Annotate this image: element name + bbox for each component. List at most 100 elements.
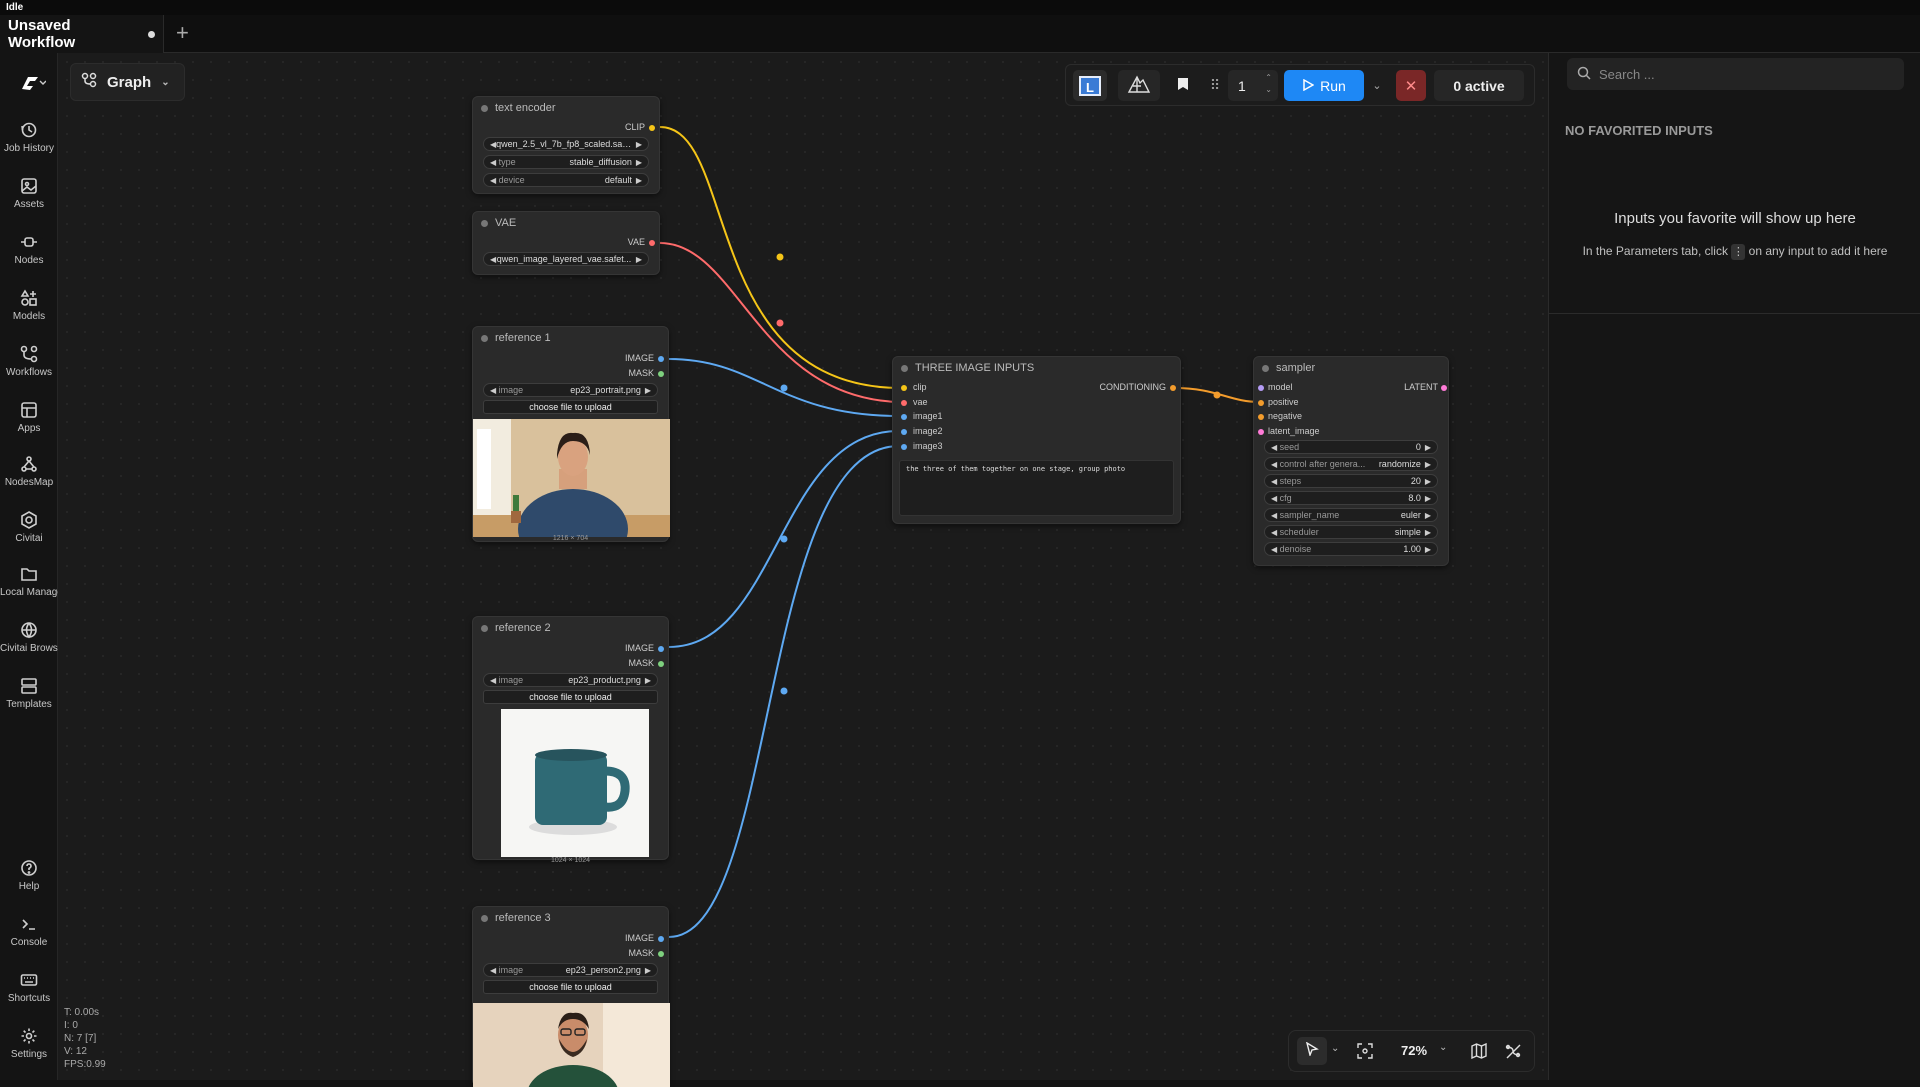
sidebar-item-workflows[interactable]: Workflows <box>0 345 58 378</box>
empty-state-title: Inputs you favorite will show up here <box>1614 210 1856 227</box>
run-options-chevron-icon[interactable]: ⌄ <box>1368 70 1386 101</box>
link-image2-midpoint <box>780 535 788 543</box>
bookmark-button[interactable] <box>1168 70 1198 101</box>
node-title: text encoder <box>473 97 659 119</box>
output-clip[interactable]: CLIP <box>625 122 655 132</box>
output-conditioning[interactable]: CONDITIONING <box>1100 382 1176 392</box>
sidebar-item-job-history[interactable]: Job History <box>0 121 58 154</box>
widget-vae-name[interactable]: ◀ qwen_image_layered_vae.safet... ▶ <box>483 252 649 266</box>
play-icon <box>1302 78 1315 94</box>
widget-image[interactable]: ◀ image ep23_person2.png ▶ <box>483 963 658 977</box>
drag-handle-icon[interactable]: ⠿ <box>1206 70 1224 101</box>
output-image[interactable]: IMAGE <box>625 643 664 653</box>
input-vae[interactable]: vae <box>901 397 928 407</box>
output-vae[interactable]: VAE <box>628 237 655 247</box>
widget-control-after-generate[interactable]: ◀ control after genera... randomize ▶ <box>1264 457 1438 471</box>
person-image <box>473 1003 670 1087</box>
node-reference-2[interactable]: reference 2 IMAGE MASK ◀ image ep23_produ… <box>472 616 669 864</box>
input-image2[interactable]: image2 <box>901 426 943 436</box>
active-jobs-button[interactable]: 0 active <box>1434 70 1524 101</box>
node-title: VAE <box>473 212 659 234</box>
output-latent[interactable]: LATENT <box>1404 382 1447 392</box>
link-clip-midpoint <box>776 253 784 261</box>
input-positive[interactable]: positive <box>1258 397 1299 407</box>
widget-device[interactable]: ◀ device default ▶ <box>483 173 649 187</box>
input-model[interactable]: model <box>1258 382 1293 392</box>
minimap-icon[interactable] <box>1471 1042 1487 1064</box>
node-reference-3[interactable]: reference 3 IMAGE MASK ◀ image ep23_perso… <box>472 906 670 1087</box>
cancel-button[interactable]: ✕ <box>1396 70 1426 101</box>
tab-unsaved-workflow[interactable]: Unsaved Workflow <box>0 15 164 53</box>
sidebar-item-local-manager[interactable]: Local Manager <box>0 565 58 598</box>
input-negative[interactable]: negative <box>1258 411 1302 421</box>
node-title: reference 3 <box>473 907 668 929</box>
node-text-encoder[interactable]: text encoder CLIP ◀ qwen_2.5_vl_7b_fp8_sc… <box>472 96 660 194</box>
output-image[interactable]: IMAGE <box>625 353 664 363</box>
node-vae[interactable]: VAE VAE ◀ qwen_image_layered_vae.safet...… <box>472 211 660 275</box>
fit-view-icon[interactable] <box>1357 1043 1373 1064</box>
upload-button[interactable]: choose file to upload <box>483 980 658 994</box>
graph-menu-button[interactable]: Graph ⌄ <box>70 63 185 101</box>
run-button[interactable]: Run <box>1284 70 1364 101</box>
widget-cfg[interactable]: ◀ cfg 8.0 ▶ <box>1264 491 1438 505</box>
widget-sampler-name[interactable]: ◀ sampler_name euler ▶ <box>1264 508 1438 522</box>
sidebar-item-apps[interactable]: Apps <box>0 401 58 434</box>
zoom-level[interactable]: 72% <box>1401 1043 1427 1058</box>
upload-button[interactable]: choose file to upload <box>483 400 658 414</box>
output-image[interactable]: IMAGE <box>625 933 664 943</box>
output-mask[interactable]: MASK <box>628 658 664 668</box>
sidebar-item-console[interactable]: Console <box>0 915 58 948</box>
graph-canvas[interactable]: text encoder CLIP ◀ qwen_2.5_vl_7b_fp8_sc… <box>58 53 1548 1087</box>
hide-links-icon[interactable] <box>1505 1043 1521 1064</box>
queue-count-stepper[interactable]: 1 ⌃ ⌄ <box>1228 70 1278 101</box>
sidebar-item-templates[interactable]: Templates <box>0 677 58 710</box>
input-image3[interactable]: image3 <box>901 441 943 451</box>
sidebar-item-nodes[interactable]: Nodes <box>0 233 58 266</box>
stepper-arrows-icon[interactable]: ⌃ ⌄ <box>1265 72 1272 96</box>
history-icon <box>20 121 38 139</box>
node-sampler[interactable]: sampler model positive negative latent_i… <box>1253 356 1449 566</box>
widget-image[interactable]: ◀ image ep23_portrait.png ▶ <box>483 383 658 397</box>
plus-icon[interactable]: + <box>176 22 189 44</box>
input-latent-image[interactable]: latent_image <box>1258 426 1320 436</box>
layout-button[interactable]: L <box>1073 70 1107 101</box>
run-toolbar: L ⠿ 1 ⌃ ⌄ Run ⌄ ✕ 0 active <box>1065 64 1535 106</box>
input-image1[interactable]: image1 <box>901 411 943 421</box>
graph-icon <box>81 72 97 92</box>
left-sidebar: Job History Assets Nodes Models Workflow… <box>0 53 58 1080</box>
widget-scheduler[interactable]: ◀ scheduler simple ▶ <box>1264 525 1438 539</box>
widget-type[interactable]: ◀ type stable_diffusion ▶ <box>483 155 649 169</box>
node-three-image-inputs[interactable]: THREE IMAGE INPUTS clip vae image1 image… <box>892 356 1181 524</box>
sidebar-item-nodesmap[interactable]: NodesMap <box>0 455 58 488</box>
sidebar-item-assets[interactable]: Assets <box>0 177 58 210</box>
widget-image[interactable]: ◀ image ep23_product.png ▶ <box>483 673 658 687</box>
output-mask[interactable]: MASK <box>628 368 664 378</box>
render-stats: T: 0.00s I: 0 N: 7 [7] V: 12 FPS:0.99 <box>64 1006 106 1071</box>
node-reference-1[interactable]: reference 1 IMAGE MASK ◀ image ep23_portr… <box>472 326 670 542</box>
widget-denoise[interactable]: ◀ denoise 1.00 ▶ <box>1264 542 1438 556</box>
sidebar-item-models[interactable]: Models <box>0 289 58 322</box>
widget-steps[interactable]: ◀ steps 20 ▶ <box>1264 474 1438 488</box>
sidebar-item-civitai-browser[interactable]: Civitai Browser <box>0 621 58 654</box>
nodes-icon <box>20 233 38 251</box>
app-logo-icon[interactable] <box>18 73 47 99</box>
tool-chevron-icon[interactable]: ⌄ <box>1331 1043 1339 1054</box>
sidebar-item-settings[interactable]: Settings <box>0 1027 58 1060</box>
input-clip[interactable]: clip <box>901 382 927 392</box>
sidebar-item-shortcuts[interactable]: Shortcuts <box>0 971 58 1004</box>
zoom-chevron-icon[interactable]: ⌄ <box>1439 1042 1447 1053</box>
tab-bar: Unsaved Workflow + <box>0 15 1920 53</box>
divider <box>1549 313 1920 314</box>
widget-seed[interactable]: ◀ seed 0 ▶ <box>1264 440 1438 454</box>
mountain-button[interactable] <box>1118 70 1160 101</box>
widget-clip-name[interactable]: ◀ qwen_2.5_vl_7b_fp8_scaled.saf... ▶ <box>483 137 649 151</box>
prompt-textarea[interactable]: the three of them together on one stage,… <box>899 460 1174 516</box>
output-mask[interactable]: MASK <box>628 948 664 958</box>
unsaved-dot-icon <box>148 30 155 38</box>
sidebar-item-help[interactable]: Help <box>0 859 58 892</box>
gear-icon <box>20 1027 38 1045</box>
select-tool-button[interactable] <box>1297 1037 1327 1065</box>
search-input[interactable]: Search ... <box>1567 58 1904 90</box>
upload-button[interactable]: choose file to upload <box>483 690 658 704</box>
sidebar-item-civitai[interactable]: Civitai <box>0 511 58 544</box>
